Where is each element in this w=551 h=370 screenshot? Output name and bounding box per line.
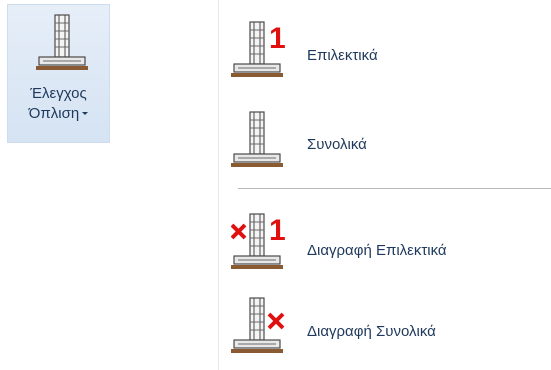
ribbon-button-label-text: Όπλιση	[28, 105, 80, 122]
red-x-icon	[267, 312, 285, 330]
column-footing-icon	[231, 111, 284, 168]
menu-item-delete-total[interactable]: Διαγραφή Συνολικά	[219, 296, 551, 368]
dropdown-menu: 1 Επιλεκτικά Συνολικά 1 Διαγραφή Επιλεκτ…	[218, 0, 551, 370]
check-reinforcement-button[interactable]: Έλεγχος Όπλιση	[7, 4, 110, 143]
red-one-badge: 1	[269, 214, 286, 247]
red-one-badge: 1	[269, 22, 286, 55]
dropdown-arrow-icon[interactable]	[82, 112, 89, 115]
delete-column-footing-one-icon: 1	[231, 213, 286, 270]
menu-item-total[interactable]: Συνολικά	[219, 110, 551, 182]
red-x-icon	[231, 223, 247, 240]
menu-item-selective[interactable]: 1 Επιλεκτικά	[219, 20, 551, 92]
menu-separator	[238, 188, 551, 189]
column-footing-one-icon: 1	[231, 21, 286, 78]
column-footing-icon	[36, 14, 88, 71]
menu-item-label: Διαγραφή Επιλεκτικά	[307, 242, 447, 259]
ribbon-button-label-line2[interactable]: Όπλιση	[8, 105, 109, 122]
menu-item-label: Επιλεκτικά	[307, 47, 378, 64]
menu-item-label: Διαγραφή Συνολικά	[307, 323, 436, 340]
menu-item-delete-selective[interactable]: 1 Διαγραφή Επιλεκτικά	[219, 212, 551, 284]
ribbon-button-label-line1: Έλεγχος	[30, 85, 87, 102]
menu-item-label: Συνολικά	[307, 136, 367, 153]
delete-column-footing-icon	[231, 297, 285, 354]
